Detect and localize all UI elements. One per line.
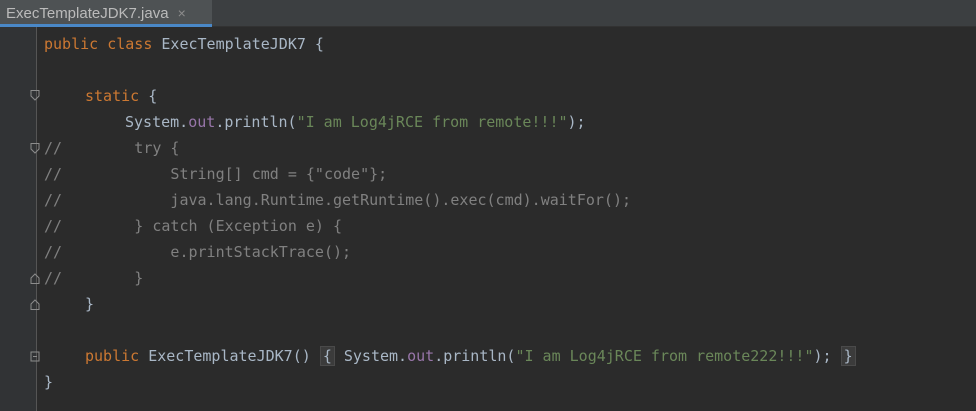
code-editor[interactable]: public class ExecTemplateJDK7 { static {… (0, 27, 976, 411)
code-line-3: static { (85, 87, 158, 105)
code-line-11: } (85, 295, 95, 313)
code-line-14: } (44, 373, 54, 391)
tab-filename: ExecTemplateJDK7.java (6, 4, 169, 22)
code-line-10: // } (44, 269, 144, 287)
tab-exectemplatejdk7[interactable]: ExecTemplateJDK7.java × (0, 0, 212, 27)
code-line-9: // e.printStackTrace(); (44, 243, 352, 261)
folded-block-open-brace[interactable]: { (319, 346, 335, 366)
code-line-13: public ExecTemplateJDK7() { System.out.p… (85, 343, 856, 369)
close-icon[interactable]: × (178, 5, 186, 21)
code-line-8: // } catch (Exception e) { (44, 217, 343, 235)
folded-block-close-brace[interactable]: } (840, 346, 856, 366)
code-line-7: // java.lang.Runtime.getRuntime().exec(c… (44, 191, 631, 209)
code-line-4: System.out.println("I am Log4jRCE from r… (125, 113, 586, 131)
editor-tab-bar: ExecTemplateJDK7.java × (0, 0, 976, 27)
code-line-1: public class ExecTemplateJDK7 { (44, 35, 324, 53)
code-line-5: // try { (44, 139, 180, 157)
code-line-6: // String[] cmd = {"code"}; (44, 165, 388, 183)
